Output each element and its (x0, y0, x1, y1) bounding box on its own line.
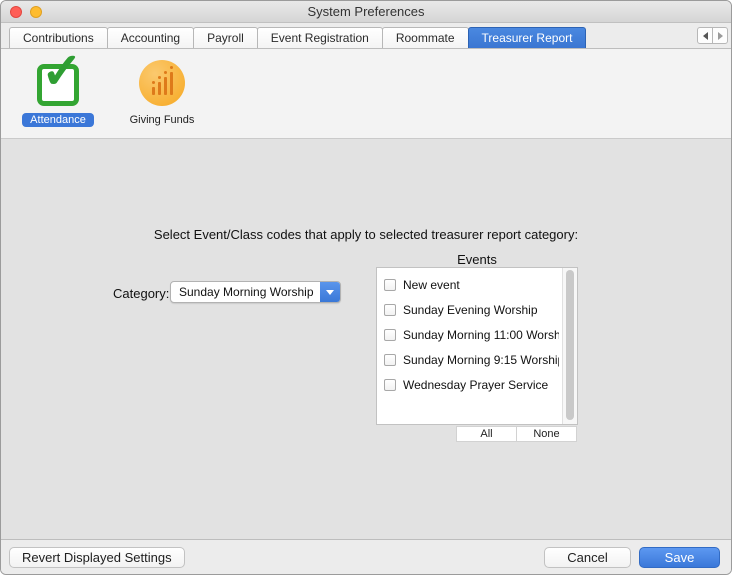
toolbar-item-giving-funds[interactable]: Giving Funds (121, 59, 203, 138)
dropdown-cap (320, 282, 340, 302)
event-label: New event (403, 278, 559, 292)
tab-scroller (697, 27, 728, 44)
instruction-text: Select Event/Class codes that apply to s… (1, 227, 731, 242)
chevron-right-icon (718, 32, 723, 40)
event-row[interactable]: Wednesday Prayer Service (377, 372, 577, 397)
content-area: Select Event/Class codes that apply to s… (1, 139, 731, 539)
event-label: Sunday Morning 11:00 Worship (403, 328, 559, 342)
event-row[interactable]: Sunday Morning 11:00 Worship (377, 322, 577, 347)
save-button[interactable]: Save (639, 547, 720, 568)
tab-roommate[interactable]: Roommate (382, 27, 469, 48)
tab-scroll-left-button[interactable] (697, 27, 713, 44)
minimize-icon[interactable] (30, 6, 42, 18)
event-label: Sunday Evening Worship (403, 303, 559, 317)
tab-scroll-right-button[interactable] (712, 27, 728, 44)
attendance-checkmark-icon: ✓ (34, 59, 82, 107)
toolbar-item-label: Giving Funds (122, 113, 203, 127)
toolbar-item-attendance[interactable]: ✓ Attendance (17, 59, 99, 138)
cancel-button[interactable]: Cancel (544, 547, 631, 568)
event-checkbox[interactable] (384, 379, 396, 391)
giving-funds-chart-icon (138, 59, 186, 107)
scrollbar-thumb[interactable] (566, 270, 574, 420)
tab-treasurer-report[interactable]: Treasurer Report (468, 27, 587, 48)
titlebar: System Preferences (1, 1, 731, 23)
category-dropdown[interactable]: Sunday Morning Worship (170, 281, 341, 303)
tab-event-registration[interactable]: Event Registration (257, 27, 383, 48)
window-title: System Preferences (1, 1, 731, 22)
event-row[interactable]: Sunday Evening Worship (377, 297, 577, 322)
tab-accounting[interactable]: Accounting (107, 27, 194, 48)
tab-payroll[interactable]: Payroll (193, 27, 258, 48)
event-checkbox[interactable] (384, 279, 396, 291)
close-icon[interactable] (10, 6, 22, 18)
event-checkbox[interactable] (384, 329, 396, 341)
event-label: Sunday Morning 9:15 Worship (403, 353, 559, 367)
all-none-buttons: All None (456, 426, 577, 442)
category-selected-value: Sunday Morning Worship (171, 282, 320, 302)
tab-bar: Contributions Accounting Payroll Event R… (1, 23, 731, 49)
system-preferences-window: System Preferences Contributions Account… (0, 0, 732, 575)
chevron-left-icon (703, 32, 708, 40)
events-listbox: New event Sunday Evening Worship Sunday … (376, 267, 578, 425)
section-toolbar: ✓ Attendance Giving Funds (1, 49, 731, 139)
event-checkbox[interactable] (384, 304, 396, 316)
chevron-down-icon (326, 290, 334, 295)
toolbar-item-label: Attendance (22, 113, 94, 127)
none-button[interactable]: None (516, 426, 577, 442)
event-row[interactable]: New event (377, 272, 577, 297)
footer-bar: Revert Displayed Settings Cancel Save (1, 539, 731, 574)
listbox-scrollbar[interactable] (562, 268, 577, 424)
event-label: Wednesday Prayer Service (403, 378, 559, 392)
traffic-lights (10, 6, 42, 18)
events-title: Events (376, 252, 578, 267)
revert-settings-button[interactable]: Revert Displayed Settings (9, 547, 185, 568)
event-checkbox[interactable] (384, 354, 396, 366)
event-row[interactable]: Sunday Morning 9:15 Worship (377, 347, 577, 372)
all-button[interactable]: All (456, 426, 517, 442)
category-label: Category: (113, 286, 169, 301)
